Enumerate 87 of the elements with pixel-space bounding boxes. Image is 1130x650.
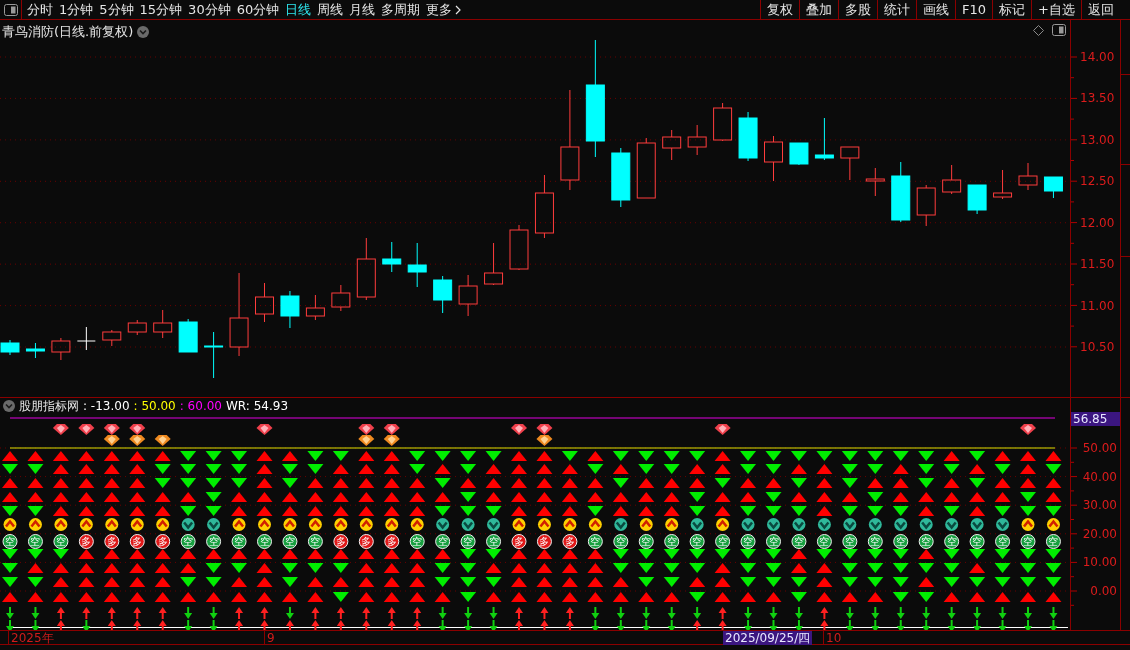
toolbar-action-button[interactable]: 叠加	[799, 0, 839, 19]
signal-badge: 空	[715, 534, 731, 549]
signal-badge: 空	[893, 534, 909, 549]
signal-badge: 空	[435, 534, 451, 549]
current-value-label: 56.85	[1071, 412, 1120, 426]
toolbar-action-button[interactable]: F10	[955, 0, 993, 19]
date-axis-label: 2025/09/25/四	[723, 631, 813, 645]
signal-badge: 空	[944, 534, 960, 549]
signal-badge: 空	[27, 534, 43, 549]
price-axis-label: 13.00	[1080, 131, 1115, 148]
period-tab[interactable]: 周线	[314, 0, 347, 19]
period-tab[interactable]: 分时	[24, 0, 56, 19]
indicator-name: 股朋指标网	[19, 398, 79, 415]
period-tab[interactable]: 15分钟	[136, 0, 186, 19]
toolbar-action-button[interactable]: 多股	[838, 0, 878, 19]
indicator-axis-label: 40.00	[1082, 468, 1117, 485]
signal-badge: 空	[587, 534, 603, 549]
signal-badge: 多	[155, 534, 171, 549]
signal-badge: 空	[409, 534, 425, 549]
indicator-value: : 60.00	[179, 398, 222, 415]
price-axis-label: 12.00	[1080, 214, 1115, 231]
signal-badge: 空	[460, 534, 476, 549]
period-tab[interactable]: 5分钟	[96, 0, 137, 19]
toolbar-action-button[interactable]: 标记	[992, 0, 1032, 19]
signal-badge: 空	[2, 534, 18, 549]
signal-badge: 多	[333, 534, 349, 549]
signal-badge: 空	[206, 534, 222, 549]
period-tab[interactable]: 30分钟	[185, 0, 234, 19]
toolbar-action-button[interactable]: 返回	[1081, 0, 1120, 19]
chart-title: 青鸟消防(日线.前复权)	[2, 23, 134, 41]
signal-badge: 空	[867, 534, 883, 549]
indicator-value: : 50.00	[133, 398, 176, 415]
period-tab[interactable]: 1分钟	[56, 0, 97, 19]
price-axis-label: 14.00	[1080, 49, 1115, 65]
signal-badge: 空	[486, 534, 502, 549]
signal-badge: 空	[766, 534, 781, 549]
signal-badge: 多	[129, 534, 145, 549]
signal-badge: 空	[282, 534, 298, 549]
signal-badge: 空	[307, 534, 323, 549]
signal-badge: 空	[791, 534, 807, 549]
toolbar-action-button[interactable]: 统计	[877, 0, 917, 19]
signal-badge: 空	[613, 534, 629, 549]
signal-badge: 空	[664, 534, 680, 549]
signal-badge: 空	[638, 534, 654, 549]
signal-badge: 空	[53, 534, 69, 549]
period-tab[interactable]: 更多	[423, 0, 465, 19]
signal-badge: 空	[1045, 534, 1061, 549]
price-axis-label: 11.50	[1080, 256, 1115, 273]
signal-badge: 空	[995, 534, 1011, 549]
indicator-axis-label: 0.00	[1090, 583, 1117, 599]
signal-badge: 多	[536, 534, 552, 549]
toolbar-action-button[interactable]: +自选	[1031, 0, 1081, 19]
signal-badge: 空	[740, 534, 756, 549]
date-axis-label: 2025年	[8, 631, 56, 645]
signal-badge: 空	[689, 534, 705, 549]
signal-badge: 空	[1020, 534, 1036, 549]
signal-badge: 空	[969, 534, 985, 549]
signal-badge: 空	[180, 534, 196, 549]
period-tab[interactable]: 月线	[346, 0, 379, 19]
period-tab[interactable]: 日线	[282, 0, 315, 19]
indicator-value: : -13.00	[83, 398, 130, 415]
indicator-axis-label: 20.00	[1082, 525, 1117, 542]
indicator-value: WR: 54.93	[226, 398, 289, 415]
signal-badge: 空	[231, 534, 247, 549]
indicator-axis-label: 30.00	[1082, 497, 1117, 514]
signal-badge: 多	[384, 534, 400, 549]
price-axis-label: 13.50	[1080, 90, 1115, 107]
signal-badge: 多	[511, 534, 527, 549]
period-tab[interactable]: 60分钟	[233, 0, 283, 19]
toolbar-action-button[interactable]: 画线	[916, 0, 956, 19]
toolbar-action-button[interactable]: 复权	[760, 0, 800, 19]
signal-badge: 多	[562, 534, 578, 549]
period-tab[interactable]: 多周期	[378, 0, 424, 19]
signal-badge: 空	[816, 534, 832, 549]
signal-badge: 多	[358, 534, 374, 549]
indicator-axis-label: 10.00	[1082, 554, 1117, 571]
price-axis-label: 12.50	[1080, 173, 1115, 190]
indicator-axis-label: 50.00	[1082, 440, 1117, 456]
price-axis-label: 10.50	[1080, 339, 1115, 355]
signal-badge: 多	[78, 534, 94, 549]
signal-badge: 空	[257, 534, 272, 549]
date-axis-label: 10	[823, 631, 844, 645]
signal-badge: 空	[918, 534, 934, 549]
date-axis-label: 9	[264, 631, 277, 645]
signal-badge: 空	[842, 534, 858, 549]
price-axis-label: 11.00	[1080, 297, 1115, 314]
signal-badge: 多	[104, 534, 120, 549]
